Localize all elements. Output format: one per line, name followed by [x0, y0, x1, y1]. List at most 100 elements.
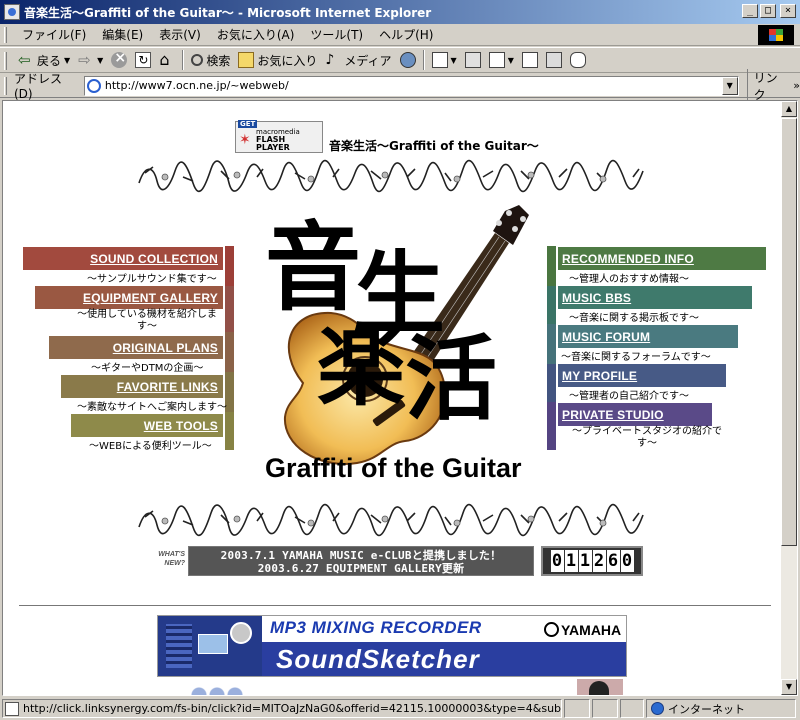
- yamaha-brand: YAMAHA: [561, 622, 622, 638]
- toolbar-grip[interactable]: [4, 52, 7, 70]
- menu-tools[interactable]: ツール(T): [302, 26, 371, 43]
- right-nav-stripe: [547, 246, 556, 286]
- nav-web-tools-desc: 〜WEBによる便利ツール〜: [89, 441, 212, 452]
- maximize-button[interactable]: □: [760, 4, 776, 18]
- back-label: 戻る: [37, 53, 62, 68]
- nav-web-tools[interactable]: WEB TOOLS: [71, 414, 223, 437]
- address-input[interactable]: http://www7.ocn.ne.jp/~webweb/ ▼: [83, 75, 739, 96]
- search-icon: [191, 54, 204, 66]
- menu-favorites[interactable]: お気に入り(A): [209, 26, 303, 43]
- research-button[interactable]: [542, 52, 566, 68]
- mail-dropdown-icon[interactable]: ▼: [451, 56, 457, 65]
- nav-private-studio[interactable]: PRIVATE STUDIO: [558, 403, 712, 426]
- refresh-icon: [135, 52, 152, 68]
- graffiti-ornament-top: [138, 159, 644, 193]
- menu-grip[interactable]: [4, 27, 7, 43]
- links-chevron-icon[interactable]: »: [793, 79, 800, 92]
- nav-music-forum[interactable]: MUSIC FORUM: [558, 325, 738, 348]
- status-panel: [620, 699, 644, 718]
- favorites-folder-icon: [238, 52, 255, 68]
- print-icon: [464, 52, 481, 68]
- favorites-button[interactable]: お気に入り: [234, 52, 321, 69]
- home-button[interactable]: [155, 52, 179, 68]
- yamaha-soundsketcher-banner[interactable]: MP3 MIXING RECORDER YAMAHA SoundSketcher: [157, 615, 627, 677]
- nav-favorite-links[interactable]: FAVORITE LINKS: [61, 375, 223, 398]
- address-dropdown-icon[interactable]: ▼: [721, 76, 738, 95]
- history-icon: [399, 52, 416, 68]
- research-icon: [545, 52, 562, 68]
- right-nav-stripe: [547, 402, 556, 450]
- device-jog-wheel: [230, 622, 252, 644]
- windows-flag-icon: [769, 29, 783, 41]
- nav-equipment-gallery[interactable]: EQUIPMENT GALLERY: [35, 286, 223, 309]
- window-controls: _ □ ×: [742, 4, 796, 18]
- close-button[interactable]: ×: [780, 4, 796, 18]
- page-loading-icon: [5, 701, 19, 716]
- minimize-button[interactable]: _: [742, 4, 758, 18]
- back-button[interactable]: 戻る ▼: [14, 52, 74, 69]
- refresh-button[interactable]: [131, 52, 155, 68]
- toolbar-separator: [182, 50, 185, 70]
- media-label: メディア: [344, 53, 392, 68]
- scroll-thumb[interactable]: [781, 118, 797, 546]
- internet-zone-globe-icon: [651, 702, 664, 715]
- edit-icon: [488, 52, 505, 68]
- security-zone-label: インターネット: [668, 702, 745, 716]
- menu-edit[interactable]: 編集(E): [94, 26, 151, 43]
- counter-digit: 0: [550, 550, 564, 572]
- edit-button[interactable]: ▼: [485, 52, 518, 68]
- nav-music-bbs[interactable]: MUSIC BBS: [558, 286, 752, 309]
- forward-button[interactable]: ▼: [74, 52, 107, 68]
- counter-digit: 0: [620, 550, 634, 572]
- links-label[interactable]: リンク: [746, 68, 790, 103]
- toolbar-separator: [422, 50, 425, 70]
- messenger-button[interactable]: [566, 52, 590, 68]
- forward-dropdown-icon[interactable]: ▼: [97, 56, 103, 65]
- page-content: GET macromedia FLASH PLAYER 音楽生活〜Graffit…: [3, 101, 781, 695]
- menu-bar: ファイル(F) 編集(E) 表示(V) お気に入り(A) ツール(T) ヘルプ(…: [0, 24, 800, 46]
- print-button[interactable]: [461, 52, 485, 68]
- nav-recommended-info-desc: 〜管理人のおすすめ情報〜: [569, 274, 689, 285]
- right-nav-stripe: [547, 286, 556, 324]
- scroll-up-button[interactable]: ▲: [781, 101, 797, 117]
- status-url: http://click.linksynergy.com/fs-bin/clic…: [23, 702, 562, 715]
- status-bar: http://click.linksynergy.com/fs-bin/clic…: [0, 697, 800, 720]
- back-dropdown-icon[interactable]: ▼: [64, 56, 70, 65]
- site-title: 音楽生活〜Graffiti of the Guitar〜: [329, 139, 539, 153]
- left-nav-stripe: [225, 246, 234, 286]
- mail-icon: [431, 52, 448, 68]
- nav-original-plans[interactable]: ORIGINAL PLANS: [49, 336, 223, 359]
- nav-recommended-info[interactable]: RECOMMENDED INFO: [558, 247, 766, 270]
- forward-arrow-icon: [78, 52, 94, 68]
- nav-my-profile[interactable]: MY PROFILE: [558, 364, 726, 387]
- scroll-down-button[interactable]: ▼: [781, 679, 797, 695]
- menu-view[interactable]: 表示(V): [151, 26, 209, 43]
- logo-kanji-raku: 楽: [317, 314, 405, 418]
- device-screen: [198, 634, 228, 654]
- edit-dropdown-icon[interactable]: ▼: [508, 56, 514, 65]
- stop-button[interactable]: [107, 50, 131, 68]
- get-flash-player-badge[interactable]: GET macromedia FLASH PLAYER: [235, 120, 323, 153]
- search-button[interactable]: 検索: [187, 52, 234, 69]
- menu-file[interactable]: ファイル(F): [14, 26, 94, 43]
- right-nav-stripe: [547, 364, 556, 402]
- whats-new-label: WHAT'S NEW?: [158, 551, 185, 567]
- mail-button[interactable]: ▼: [428, 52, 461, 68]
- macromedia-flash-icon: [239, 133, 253, 147]
- address-grip[interactable]: [4, 77, 7, 95]
- discuss-button[interactable]: [518, 52, 542, 68]
- page-viewport[interactable]: GET macromedia FLASH PLAYER 音楽生活〜Graffit…: [2, 100, 798, 696]
- history-button[interactable]: [396, 52, 420, 68]
- left-nav-stripe: [225, 286, 234, 332]
- media-button[interactable]: メディア: [321, 52, 395, 69]
- menu-help[interactable]: ヘルプ(H): [371, 26, 441, 43]
- address-url[interactable]: http://www7.ocn.ne.jp/~webweb/: [105, 79, 289, 92]
- nav-sound-collection[interactable]: SOUND COLLECTION: [23, 247, 223, 270]
- vertical-scrollbar[interactable]: ▲ ▼: [781, 101, 797, 695]
- nav-private-studio-desc: 〜プライベートスタジオの紹介です〜: [572, 426, 722, 449]
- nav-my-profile-desc: 〜管理者の自己紹介です〜: [569, 391, 689, 402]
- banner-headline: MP3 MIXING RECORDER: [270, 618, 482, 637]
- left-nav-stripe: [225, 332, 234, 372]
- media-icon: [325, 52, 341, 68]
- standard-toolbar: 戻る ▼ ▼ 検索 お気に入り メディア ▼ ▼: [0, 47, 800, 73]
